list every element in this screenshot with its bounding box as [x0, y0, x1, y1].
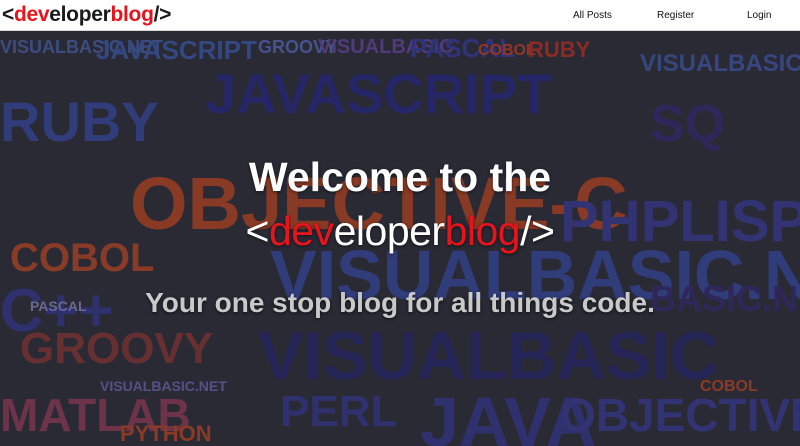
hero-brand-blog: blog	[444, 208, 521, 254]
hero-banner: VISUALBASIC.NET JAVASCRIPT GROOVY VISUAL…	[0, 31, 800, 446]
hero-brand-eloper: eloper	[333, 208, 445, 254]
nav-login-link[interactable]: Login	[747, 9, 771, 23]
brand-dev: dev	[13, 3, 50, 26]
hero-brand-dev: dev	[269, 208, 334, 254]
nav-register-link[interactable]: Register	[657, 9, 694, 23]
brand-blog: blog	[110, 3, 154, 26]
site-logo-link[interactable]: <developerblog/>	[2, 4, 171, 26]
hero-brand-close: />	[520, 208, 555, 254]
nav-all-posts-link[interactable]: All Posts	[573, 9, 612, 23]
brand-open-bracket: <	[2, 3, 14, 26]
brand-eloper: eloper	[49, 3, 111, 26]
hero-brand-open: <	[245, 208, 270, 254]
brand-close-bracket: />	[153, 3, 172, 26]
hero-heading: Welcome to the	[248, 154, 552, 200]
hero-tagline: Your one stop blog for all things code.	[145, 287, 655, 318]
top-navbar: <developerblog/> All Posts Register Logi…	[0, 0, 800, 31]
hero-brand-title: <developerblog/>	[0, 209, 800, 253]
